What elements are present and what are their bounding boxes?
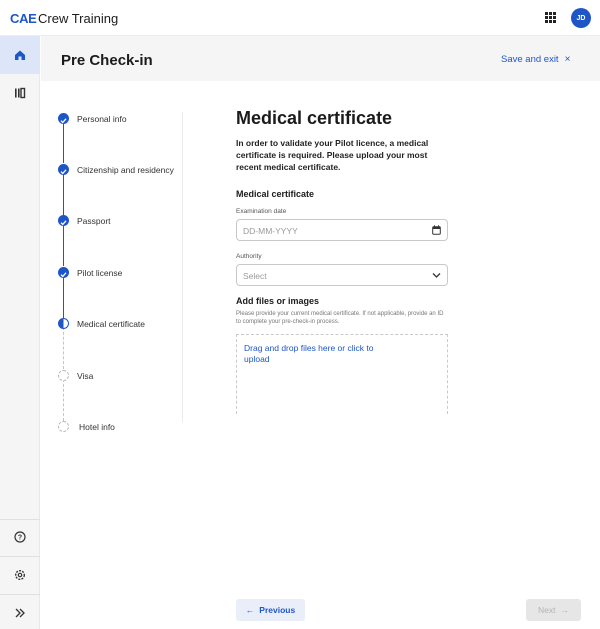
- cae-logo[interactable]: CAE: [10, 11, 37, 26]
- step-label: Citizenship and residency: [77, 165, 174, 175]
- previous-label: Previous: [259, 605, 296, 615]
- form-heading: Medical certificate: [236, 108, 393, 128]
- step-label: Visa: [77, 371, 94, 381]
- close-icon: ×: [564, 54, 571, 65]
- stepper-divider: [182, 112, 183, 422]
- step-connector: [63, 327, 64, 369]
- chevron-down-icon: [432, 273, 441, 278]
- expand-icon: [15, 608, 25, 618]
- step-connector: [63, 379, 64, 421]
- step-label: Passport: [77, 216, 111, 226]
- library-icon: [15, 87, 26, 99]
- nav-help[interactable]: ?: [0, 518, 40, 556]
- step-label: Medical certificate: [77, 319, 146, 329]
- app-title: Crew Training: [38, 11, 119, 26]
- examination-date-placeholder: DD-MM-YYYY: [243, 226, 298, 236]
- settings-icon: [14, 569, 26, 581]
- form-intro: In order to validate your Pilot licence,…: [236, 138, 429, 172]
- arrow-right-icon: →: [560, 605, 569, 615]
- medical-certificate-form: Medical certificate In order to validate…: [236, 108, 450, 414]
- step-complete-icon: [58, 215, 69, 226]
- step-connector: [63, 173, 64, 215]
- step-complete-icon: [58, 267, 69, 278]
- step-pending-icon: [58, 421, 69, 432]
- authority-select[interactable]: Select: [236, 264, 448, 286]
- left-nav-rail: ?: [0, 36, 40, 629]
- next-button[interactable]: Next →: [526, 599, 581, 621]
- save-and-exit-label: Save and exit: [501, 54, 559, 65]
- nav-settings[interactable]: [0, 556, 40, 594]
- dropzone-text[interactable]: Drag and drop files here or click to upl…: [244, 343, 374, 365]
- step-label: Personal info: [77, 114, 127, 124]
- svg-text:?: ?: [18, 535, 22, 542]
- progress-stepper: Personal info Citizenship and residency …: [58, 110, 183, 440]
- step-complete-icon: [58, 113, 69, 124]
- authority-label: Authority: [236, 253, 262, 260]
- grid-apps-icon[interactable]: [545, 12, 556, 23]
- help-icon: ?: [14, 531, 26, 543]
- save-and-exit-button[interactable]: Save and exit ×: [501, 54, 570, 65]
- step-pending-icon: [58, 370, 69, 381]
- previous-button[interactable]: ← Previous: [236, 599, 305, 621]
- authority-placeholder: Select: [243, 271, 267, 281]
- page-title: Pre Check-in: [61, 52, 153, 69]
- nav-expand[interactable]: [0, 594, 40, 629]
- home-icon: [15, 50, 25, 60]
- files-section-title: Add files or images: [236, 296, 320, 306]
- step-connector: [63, 224, 64, 266]
- next-label: Next: [538, 605, 556, 615]
- top-app-bar: CAE Crew Training JD: [0, 0, 600, 36]
- examination-date-field[interactable]: DD-MM-YYYY: [236, 219, 448, 241]
- step-complete-icon: [58, 164, 69, 175]
- examination-date-label: Examination date: [236, 208, 287, 215]
- nav-home[interactable]: [0, 36, 40, 74]
- arrow-left-icon: ←: [245, 605, 255, 615]
- step-label: Hotel info: [79, 422, 115, 432]
- avatar[interactable]: JD: [571, 8, 591, 28]
- files-hint: Please provide your current medical cert…: [236, 311, 444, 325]
- page-header: Pre Check-in Save and exit ×: [41, 36, 600, 81]
- calendar-icon[interactable]: [432, 225, 441, 235]
- step-current-icon: [58, 318, 69, 329]
- section-title: Medical certificate: [236, 189, 315, 199]
- step-connector: [63, 276, 64, 318]
- nav-library[interactable]: [0, 74, 40, 112]
- file-dropzone[interactable]: Drag and drop files here or click to upl…: [236, 334, 448, 414]
- step-label: Pilot license: [77, 268, 123, 278]
- step-connector: [63, 121, 64, 163]
